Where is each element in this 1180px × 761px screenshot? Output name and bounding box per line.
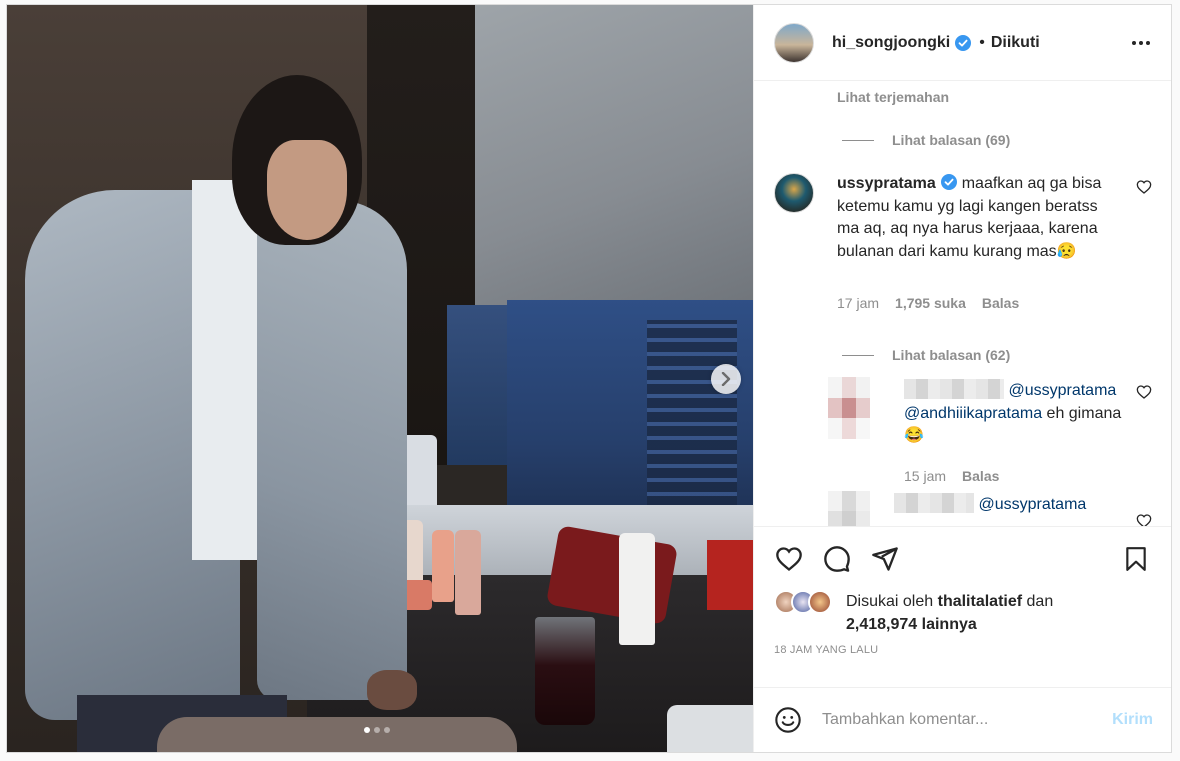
- reply-body: @ussypratama: [894, 493, 1129, 517]
- view-replies-label: Lihat balasan (69): [892, 132, 1011, 148]
- reply-avatar-blurred[interactable]: [828, 491, 870, 526]
- comment-avatar[interactable]: [774, 173, 814, 213]
- comment-author[interactable]: ussypratama: [837, 175, 936, 192]
- share-button[interactable]: [870, 544, 900, 574]
- instagram-post: hi_songjoongki • Diikuti Lihat terjemaha…: [6, 4, 1172, 753]
- photo-jacket: [257, 200, 407, 700]
- liker-avatar: [808, 590, 832, 614]
- comment-icon: [824, 545, 850, 572]
- comment-likes[interactable]: 1,795 suka: [895, 295, 966, 311]
- reply-body: @ussypratama @andhiiikapratama eh gimana…: [904, 379, 1124, 448]
- replies-line: [842, 354, 874, 356]
- likes-conjunction: dan: [1022, 593, 1054, 610]
- reply-like-button[interactable]: [1136, 384, 1152, 400]
- post-photo[interactable]: [7, 5, 753, 752]
- add-comment-bar: Kirim: [754, 687, 1171, 752]
- send-comment-button[interactable]: Kirim: [1112, 711, 1153, 729]
- post-side-panel: hi_songjoongki • Diikuti Lihat terjemaha…: [753, 5, 1171, 752]
- comment-meta: 17 jam 1,795 suka Balas: [837, 295, 1019, 311]
- comment-time: 17 jam: [837, 295, 880, 311]
- comment-item: ussypratama maafkan aq ga bisa ketemu kam…: [754, 173, 1152, 323]
- header-separator: •: [979, 33, 985, 51]
- verified-badge-icon: [955, 34, 972, 51]
- photo-face: [267, 140, 347, 240]
- reply-mention[interactable]: @andhiiikapratama: [904, 405, 1042, 422]
- post-header: hi_songjoongki • Diikuti: [754, 5, 1171, 81]
- comment-like-button[interactable]: [1136, 179, 1152, 195]
- follow-status-button[interactable]: Diikuti: [991, 34, 1040, 52]
- view-replies-label: Lihat balasan (62): [892, 347, 1011, 363]
- author-username[interactable]: hi_songjoongki: [832, 34, 950, 52]
- photo-bottle: [432, 530, 454, 602]
- reply-avatar-blurred[interactable]: [828, 377, 870, 439]
- photo-hand: [367, 670, 417, 710]
- reply-reply-button[interactable]: Balas: [962, 468, 999, 484]
- replies-line: [842, 139, 874, 141]
- more-options-button[interactable]: [1129, 31, 1153, 55]
- photo-tray: [667, 705, 753, 752]
- post-timestamp[interactable]: 18 JAM YANG LALU: [754, 636, 1171, 672]
- reply-time: 15 jam: [904, 468, 947, 484]
- send-icon: [872, 546, 898, 571]
- photo-mirror: [447, 305, 507, 465]
- comment-button[interactable]: [822, 544, 852, 574]
- heart-icon: [776, 546, 802, 571]
- view-replies-button[interactable]: Lihat balasan (69): [842, 132, 1010, 148]
- reply-like-button[interactable]: [1136, 513, 1152, 526]
- bookmark-icon: [1126, 546, 1146, 571]
- save-button[interactable]: [1121, 544, 1151, 574]
- photo-window-blind: [475, 5, 753, 305]
- smiley-icon[interactable]: [774, 706, 802, 734]
- liker-username[interactable]: thalitalatief: [938, 593, 1022, 610]
- carousel-indicator: [364, 727, 390, 733]
- chevron-right-icon: [721, 372, 731, 386]
- reply-meta: 15 jam Balas: [904, 468, 999, 484]
- more-horizontal-icon: [1132, 40, 1150, 45]
- heart-icon: [1136, 180, 1152, 194]
- reply-item: @ussypratama @andhiiikapratama eh gimana…: [754, 377, 1152, 487]
- comment-input[interactable]: [822, 711, 1113, 729]
- photo-chair: [157, 717, 517, 752]
- blurred-username: [894, 493, 974, 513]
- likes-count[interactable]: 2,418,974 lainnya: [846, 616, 977, 633]
- blurred-username: [904, 379, 1004, 399]
- carousel-dot-active: [364, 727, 370, 733]
- likes-prefix: Disukai oleh: [846, 593, 938, 610]
- heart-icon: [1136, 514, 1152, 526]
- photo-cup: [535, 617, 595, 725]
- carousel-dot: [384, 727, 390, 733]
- likes-text: Disukai oleh thalitalatief dan 2,418,974…: [846, 590, 1053, 636]
- likes-summary: Disukai oleh thalitalatief dan 2,418,974…: [754, 590, 1171, 636]
- liker-avatars[interactable]: [774, 590, 838, 616]
- photo-bottle: [619, 533, 655, 645]
- comment-reply-button[interactable]: Balas: [982, 295, 1019, 311]
- reply-mention[interactable]: @ussypratama: [978, 496, 1086, 513]
- reply-item: @ussypratama: [754, 491, 1152, 526]
- photo-red-box: [707, 540, 753, 610]
- post-actions-bar: [754, 526, 1171, 590]
- next-slide-button[interactable]: [711, 364, 741, 394]
- view-replies-button[interactable]: Lihat balasan (62): [842, 347, 1010, 363]
- see-translation-link[interactable]: Lihat terjemahan: [837, 89, 949, 105]
- verified-badge-icon: [940, 174, 957, 190]
- photo-bottle: [455, 530, 481, 615]
- carousel-dot: [374, 727, 380, 733]
- reply-mention[interactable]: @ussypratama: [1008, 382, 1116, 399]
- author-avatar[interactable]: [774, 22, 814, 63]
- like-button[interactable]: [774, 544, 804, 574]
- comment-body: ussypratama maafkan aq ga bisa ketemu kam…: [837, 173, 1122, 263]
- comments-list[interactable]: Lihat terjemahan Lihat balasan (69) ussy…: [754, 81, 1171, 526]
- heart-icon: [1136, 385, 1152, 399]
- photo-building: [647, 320, 737, 520]
